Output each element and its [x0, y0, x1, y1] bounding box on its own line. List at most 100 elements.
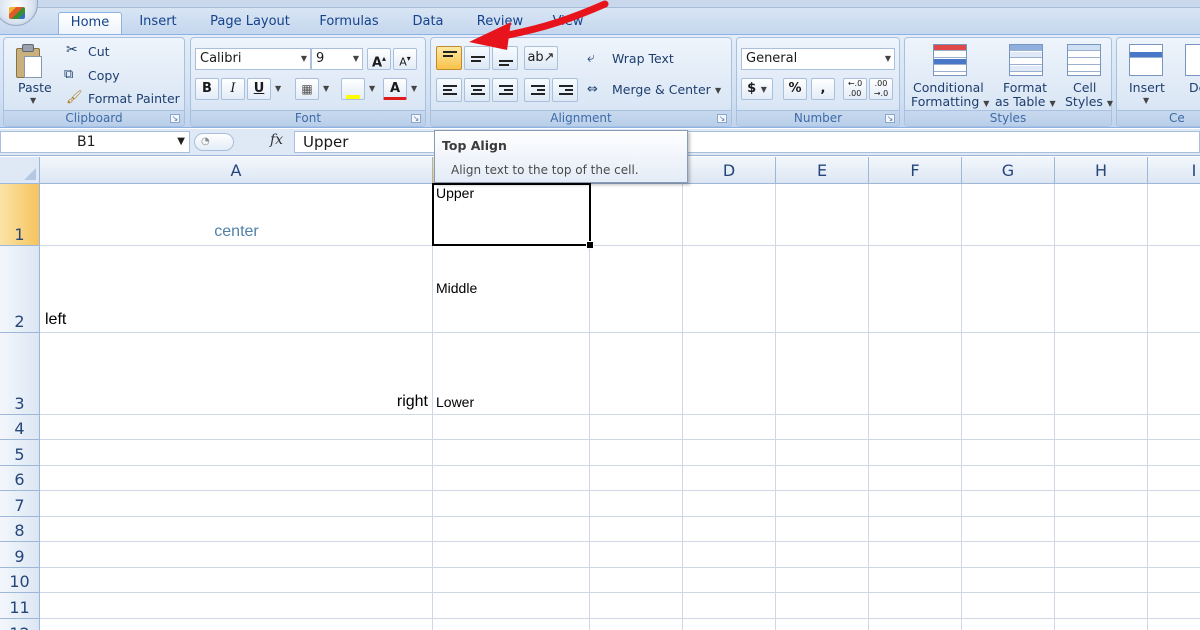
borders-dropdown-icon[interactable]: ▼: [323, 84, 329, 93]
cut-button[interactable]: Cut: [88, 44, 110, 59]
column-header-h[interactable]: H: [1055, 157, 1148, 184]
expand-handle-icon[interactable]: ◔: [194, 133, 234, 151]
currency-button[interactable]: $ ▼: [741, 78, 773, 100]
underline-button[interactable]: U: [247, 78, 271, 100]
fill-color-icon[interactable]: [341, 78, 365, 100]
insert-cells-icon[interactable]: [1129, 44, 1163, 76]
format-painter-icon[interactable]: 🖌: [66, 90, 83, 105]
row-header-9[interactable]: 9: [0, 542, 40, 568]
tab-page-layout[interactable]: Page Layout: [200, 12, 300, 34]
row-header-6[interactable]: 6: [0, 466, 40, 491]
selected-cell-border[interactable]: [432, 183, 594, 249]
format-as-table-label-2[interactable]: as Table ▼: [995, 94, 1056, 109]
column-header-g[interactable]: G: [962, 157, 1055, 184]
row-header-3[interactable]: 3: [0, 333, 40, 415]
chevron-down-icon: ▼: [352, 54, 359, 63]
chevron-down-icon[interactable]: ▼: [177, 132, 185, 152]
row-header-10[interactable]: 10: [0, 568, 40, 593]
copy-icon[interactable]: ⧉: [64, 67, 73, 82]
delete-cells-button[interactable]: Dele: [1189, 80, 1200, 95]
row-header-8[interactable]: 8: [0, 517, 40, 542]
cell-a3[interactable]: right: [40, 393, 428, 411]
grow-font-button[interactable]: A▴: [367, 48, 391, 70]
alignment-launcher-icon[interactable]: ↘: [717, 114, 727, 123]
comma-button[interactable]: ,: [811, 78, 835, 100]
cell-b3[interactable]: Lower: [436, 394, 474, 410]
chevron-down-icon: ▼: [884, 54, 891, 63]
insert-function-button[interactable]: fx: [270, 132, 283, 148]
font-size-select[interactable]: 9 ▼: [311, 48, 363, 70]
insert-cells-button[interactable]: Insert: [1129, 80, 1165, 95]
row-header-5[interactable]: 5: [0, 440, 40, 466]
align-left-button[interactable]: [436, 78, 462, 102]
format-as-table-label-1[interactable]: Format: [1003, 80, 1047, 95]
copy-button[interactable]: Copy: [88, 68, 120, 83]
column-header-f[interactable]: F: [869, 157, 962, 184]
paste-button[interactable]: Paste: [18, 80, 52, 95]
decrease-indent-icon[interactable]: [524, 78, 550, 102]
column-header-e[interactable]: E: [776, 157, 869, 184]
alignment-group-label: Alignment: [431, 110, 731, 126]
borders-icon[interactable]: ▦: [295, 78, 319, 100]
tab-insert[interactable]: Insert: [128, 12, 188, 34]
format-as-table-icon[interactable]: [1009, 44, 1043, 76]
decrease-decimal-button[interactable]: .00 →.0: [869, 78, 893, 100]
tooltip-title: Top Align: [442, 138, 507, 153]
font-color-button[interactable]: A: [383, 78, 407, 100]
column-header-a[interactable]: A: [40, 157, 433, 184]
delete-cells-icon[interactable]: [1185, 44, 1200, 76]
column-header-d[interactable]: D: [683, 157, 776, 184]
percent-button[interactable]: %: [783, 78, 807, 100]
column-header-i[interactable]: I: [1148, 157, 1200, 184]
bold-button[interactable]: B: [195, 78, 219, 100]
align-right-button[interactable]: [492, 78, 518, 102]
cell-styles-icon[interactable]: [1067, 44, 1101, 76]
clipboard-group-label: Clipboard: [4, 110, 184, 126]
scissors-icon[interactable]: ✂: [66, 42, 78, 58]
cell-styles-label-1[interactable]: Cell: [1073, 80, 1096, 95]
select-all-button[interactable]: [0, 157, 40, 184]
row-header-4[interactable]: 4: [0, 415, 40, 440]
cell-a2[interactable]: left: [45, 311, 66, 329]
row-header-11[interactable]: 11: [0, 593, 40, 619]
tab-data[interactable]: Data: [400, 12, 456, 34]
conditional-formatting-label-1[interactable]: Conditional: [913, 80, 984, 95]
cell-a1[interactable]: center: [40, 223, 433, 241]
row-header-12[interactable]: 12: [0, 619, 40, 630]
clipboard-launcher-icon[interactable]: ↘: [170, 114, 180, 123]
paste-icon[interactable]: [14, 44, 44, 78]
gridline: [1147, 184, 1148, 630]
format-painter-button[interactable]: Format Painter: [88, 91, 180, 106]
tab-home[interactable]: Home: [58, 12, 122, 34]
number-launcher-icon[interactable]: ↘: [885, 114, 895, 123]
name-box[interactable]: B1 ▼: [0, 131, 190, 153]
cell-b2[interactable]: Middle: [436, 280, 477, 296]
font-color-dropdown-icon[interactable]: ▼: [411, 84, 417, 93]
wrap-text-icon: ⤶: [587, 50, 595, 66]
formula-input[interactable]: Upper: [294, 131, 1200, 153]
number-format-select[interactable]: General ▼: [741, 48, 895, 70]
shrink-font-button[interactable]: A▾: [393, 48, 417, 70]
cell-styles-label-2[interactable]: Styles ▼: [1065, 94, 1113, 109]
underline-dropdown-icon[interactable]: ▼: [275, 84, 281, 93]
row-header-2[interactable]: 2: [0, 246, 40, 333]
wrap-text-button[interactable]: Wrap Text: [612, 51, 674, 66]
row-header-1[interactable]: 1: [0, 184, 40, 246]
conditional-formatting-label-2[interactable]: Formatting ▼: [911, 94, 989, 109]
office-button[interactable]: [0, 0, 38, 26]
paste-dropdown-icon[interactable]: ▼: [30, 96, 36, 105]
increase-indent-icon[interactable]: [552, 78, 578, 102]
merge-center-button[interactable]: Merge & Center: [612, 82, 711, 97]
fill-color-dropdown-icon[interactable]: ▼: [369, 84, 375, 93]
italic-button[interactable]: I: [221, 78, 245, 100]
merge-center-dropdown-icon[interactable]: ▼: [715, 86, 721, 95]
tab-formulas[interactable]: Formulas: [310, 12, 388, 34]
insert-dropdown-icon[interactable]: ▼: [1143, 96, 1149, 105]
font-size-value: 9: [316, 51, 325, 66]
row-header-7[interactable]: 7: [0, 491, 40, 517]
font-launcher-icon[interactable]: ↘: [411, 114, 421, 123]
conditional-formatting-icon[interactable]: [933, 44, 967, 76]
font-name-select[interactable]: Calibri ▼: [195, 48, 311, 70]
increase-decimal-button[interactable]: ←.0 .00: [843, 78, 867, 100]
align-center-button[interactable]: [464, 78, 490, 102]
